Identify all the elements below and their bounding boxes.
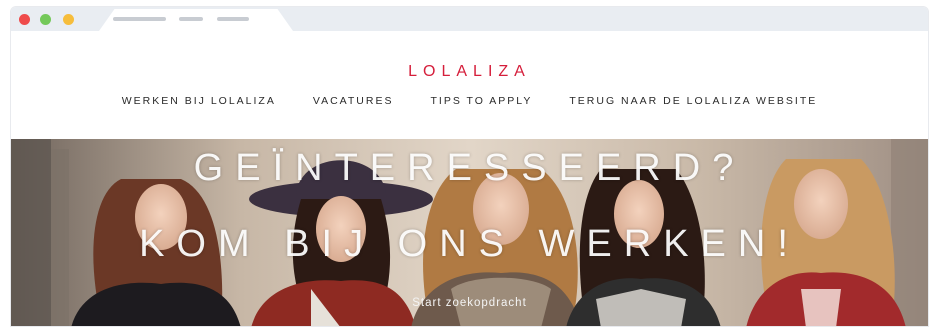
maximize-window-dot-icon[interactable] <box>63 14 74 25</box>
hero-headline-line2: KOM BIJ ONS WERKEN! <box>139 223 800 265</box>
browser-window: LOLALIZA WERKEN BIJ LOLALIZA VACATURES T… <box>10 6 929 327</box>
main-nav: WERKEN BIJ LOLALIZA VACATURES TIPS TO AP… <box>11 95 928 107</box>
tab-placeholder-line <box>113 17 166 21</box>
nav-item-terug-naar-website[interactable]: TERUG NAAR DE LOLALIZA WEBSITE <box>569 95 817 107</box>
hero-banner: GEÏNTERESSEERD? KOM BIJ ONS WERKEN! Star… <box>11 139 928 326</box>
close-window-dot-icon[interactable] <box>19 14 30 25</box>
start-search-button[interactable]: Start zoekopdracht <box>11 297 928 309</box>
tab-placeholder-line <box>217 17 249 21</box>
nav-item-werken-bij-lolaliza[interactable]: WERKEN BIJ LOLALIZA <box>122 95 276 107</box>
browser-chrome <box>11 7 928 31</box>
tab-placeholder-line <box>179 17 203 21</box>
nav-item-vacatures[interactable]: VACATURES <box>313 95 394 107</box>
minimize-window-dot-icon[interactable] <box>40 14 51 25</box>
nav-item-tips-to-apply[interactable]: TIPS TO APPLY <box>430 95 532 107</box>
lolaliza-logo[interactable]: LOLALIZA <box>11 63 928 81</box>
hero-headline-line1: GEÏNTERESSEERD? <box>193 147 746 189</box>
